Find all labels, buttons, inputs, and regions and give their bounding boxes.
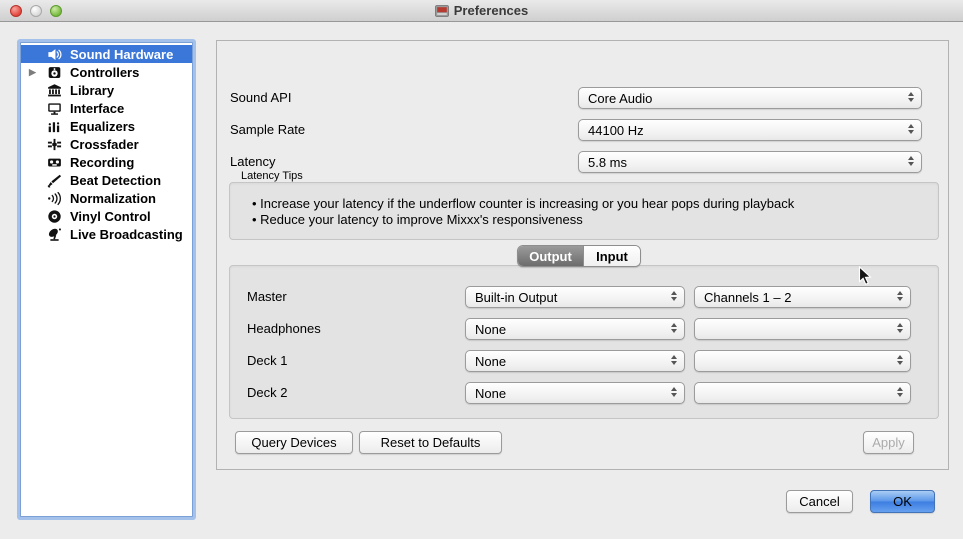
sidebar-item-label: Vinyl Control <box>70 209 151 224</box>
sidebar-item-live-broadcasting[interactable]: Live Broadcasting <box>21 225 192 243</box>
sidebar-item-label: Equalizers <box>70 119 135 134</box>
tab-input[interactable]: Input <box>584 246 640 266</box>
library-icon <box>47 83 64 98</box>
master-channels-dropdown[interactable]: Channels 1 – 2 <box>694 286 911 308</box>
deck2-channels-dropdown[interactable] <box>694 382 911 404</box>
dropdown-arrows-icon <box>908 124 914 134</box>
dropdown-arrows-icon <box>897 291 903 301</box>
dropdown-arrows-icon <box>671 355 677 365</box>
mouse-cursor-icon <box>858 266 872 286</box>
speaker-icon <box>47 47 64 62</box>
master-label: Master <box>247 286 287 308</box>
dropdown-arrows-icon <box>671 323 677 333</box>
vinyl-icon <box>47 209 64 224</box>
sidebar-item-recording[interactable]: Recording <box>21 153 192 171</box>
cancel-button[interactable]: Cancel <box>786 490 853 513</box>
deck1-channels-dropdown[interactable] <box>694 350 911 372</box>
latency-tips-title: Latency Tips <box>241 170 303 182</box>
monitor-icon <box>47 101 64 116</box>
master-channels-value: Channels 1 – 2 <box>704 290 791 305</box>
sidebar-item-normalization[interactable]: Normalization <box>21 189 192 207</box>
soundwave-icon <box>47 191 64 206</box>
deck2-label: Deck 2 <box>247 382 287 404</box>
sidebar-item-equalizers[interactable]: Equalizers <box>21 117 192 135</box>
reset-to-defaults-button[interactable]: Reset to Defaults <box>359 431 502 454</box>
dropdown-arrows-icon <box>908 92 914 102</box>
headphones-label: Headphones <box>247 318 321 340</box>
sidebar-item-label: Controllers <box>70 65 139 80</box>
deck2-device-dropdown[interactable]: None <box>465 382 685 404</box>
headphones-device-value: None <box>475 322 506 337</box>
sound-api-dropdown[interactable]: Core Audio <box>578 87 922 109</box>
sidebar-item-library[interactable]: Library <box>21 81 192 99</box>
sample-rate-dropdown[interactable]: 44100 Hz <box>578 119 922 141</box>
sidebar-item-vinyl-control[interactable]: Vinyl Control <box>21 207 192 225</box>
master-device-value: Built-in Output <box>475 290 557 305</box>
sound-api-value: Core Audio <box>588 91 652 106</box>
beat-wand-icon <box>47 173 64 188</box>
sidebar-item-label: Live Broadcasting <box>70 227 183 242</box>
crossfader-icon <box>47 137 64 152</box>
tab-output[interactable]: Output <box>518 246 584 266</box>
preferences-icon <box>435 4 449 18</box>
dropdown-arrows-icon <box>897 387 903 397</box>
apply-button[interactable]: Apply <box>863 431 914 454</box>
satellite-icon <box>47 227 64 242</box>
window-title: Preferences <box>454 3 528 18</box>
controller-icon <box>47 65 64 80</box>
title-area: Preferences <box>0 3 963 18</box>
zoom-button[interactable] <box>50 5 62 17</box>
sidebar-item-label: Crossfader <box>70 137 139 152</box>
sound-hardware-pane: Sound API Core Audio Sample Rate 44100 H… <box>216 40 949 470</box>
latency-tip: Increase your latency if the underflow c… <box>252 196 794 212</box>
deck1-device-value: None <box>475 354 506 369</box>
title-bar: Preferences <box>0 0 963 22</box>
headphones-channels-dropdown[interactable] <box>694 318 911 340</box>
master-device-dropdown[interactable]: Built-in Output <box>465 286 685 308</box>
latency-dropdown[interactable]: 5.8 ms <box>578 151 922 173</box>
dropdown-arrows-icon <box>671 291 677 301</box>
sidebar-item-label: Interface <box>70 101 124 116</box>
io-tab-bar: Output Input <box>517 245 641 267</box>
sidebar-item-sound-hardware[interactable]: Sound Hardware <box>21 45 192 63</box>
sample-rate-label: Sample Rate <box>230 119 305 141</box>
sidebar-item-label: Library <box>70 83 114 98</box>
query-devices-button[interactable]: Query Devices <box>235 431 353 454</box>
output-routing-box: Master Built-in Output Channels 1 – 2 He… <box>229 265 939 419</box>
deck1-device-dropdown[interactable]: None <box>465 350 685 372</box>
ok-button[interactable]: OK <box>870 490 935 513</box>
deck1-label: Deck 1 <box>247 350 287 372</box>
sound-api-label: Sound API <box>230 87 291 109</box>
dropdown-arrows-icon <box>671 387 677 397</box>
sidebar-item-beat-detection[interactable]: Beat Detection <box>21 171 192 189</box>
minimize-button[interactable] <box>30 5 42 17</box>
sidebar-item-label: Sound Hardware <box>70 47 173 62</box>
close-button[interactable] <box>10 5 22 17</box>
sidebar-item-label: Normalization <box>70 191 156 206</box>
preferences-window: Preferences Sound Hardware ▶ Controllers… <box>0 0 963 539</box>
sidebar-item-label: Beat Detection <box>70 173 161 188</box>
disclosure-triangle-icon[interactable]: ▶ <box>29 63 47 81</box>
latency-tips-box: Increase your latency if the underflow c… <box>229 182 939 240</box>
cassette-icon <box>47 155 64 170</box>
dropdown-arrows-icon <box>908 156 914 166</box>
preferences-category-list: Sound Hardware ▶ Controllers Library Int… <box>20 42 193 517</box>
sidebar-item-label: Recording <box>70 155 134 170</box>
dropdown-arrows-icon <box>897 323 903 333</box>
dropdown-arrows-icon <box>897 355 903 365</box>
equalizer-icon <box>47 119 64 134</box>
sidebar-item-interface[interactable]: Interface <box>21 99 192 117</box>
deck2-device-value: None <box>475 386 506 401</box>
sidebar-item-crossfader[interactable]: Crossfader <box>21 135 192 153</box>
latency-tip: Reduce your latency to improve Mixxx's r… <box>252 212 583 228</box>
headphones-device-dropdown[interactable]: None <box>465 318 685 340</box>
traffic-lights <box>10 5 62 17</box>
sidebar-item-controllers[interactable]: ▶ Controllers <box>21 63 192 81</box>
sample-rate-value: 44100 Hz <box>588 123 644 138</box>
latency-value: 5.8 ms <box>588 155 627 170</box>
